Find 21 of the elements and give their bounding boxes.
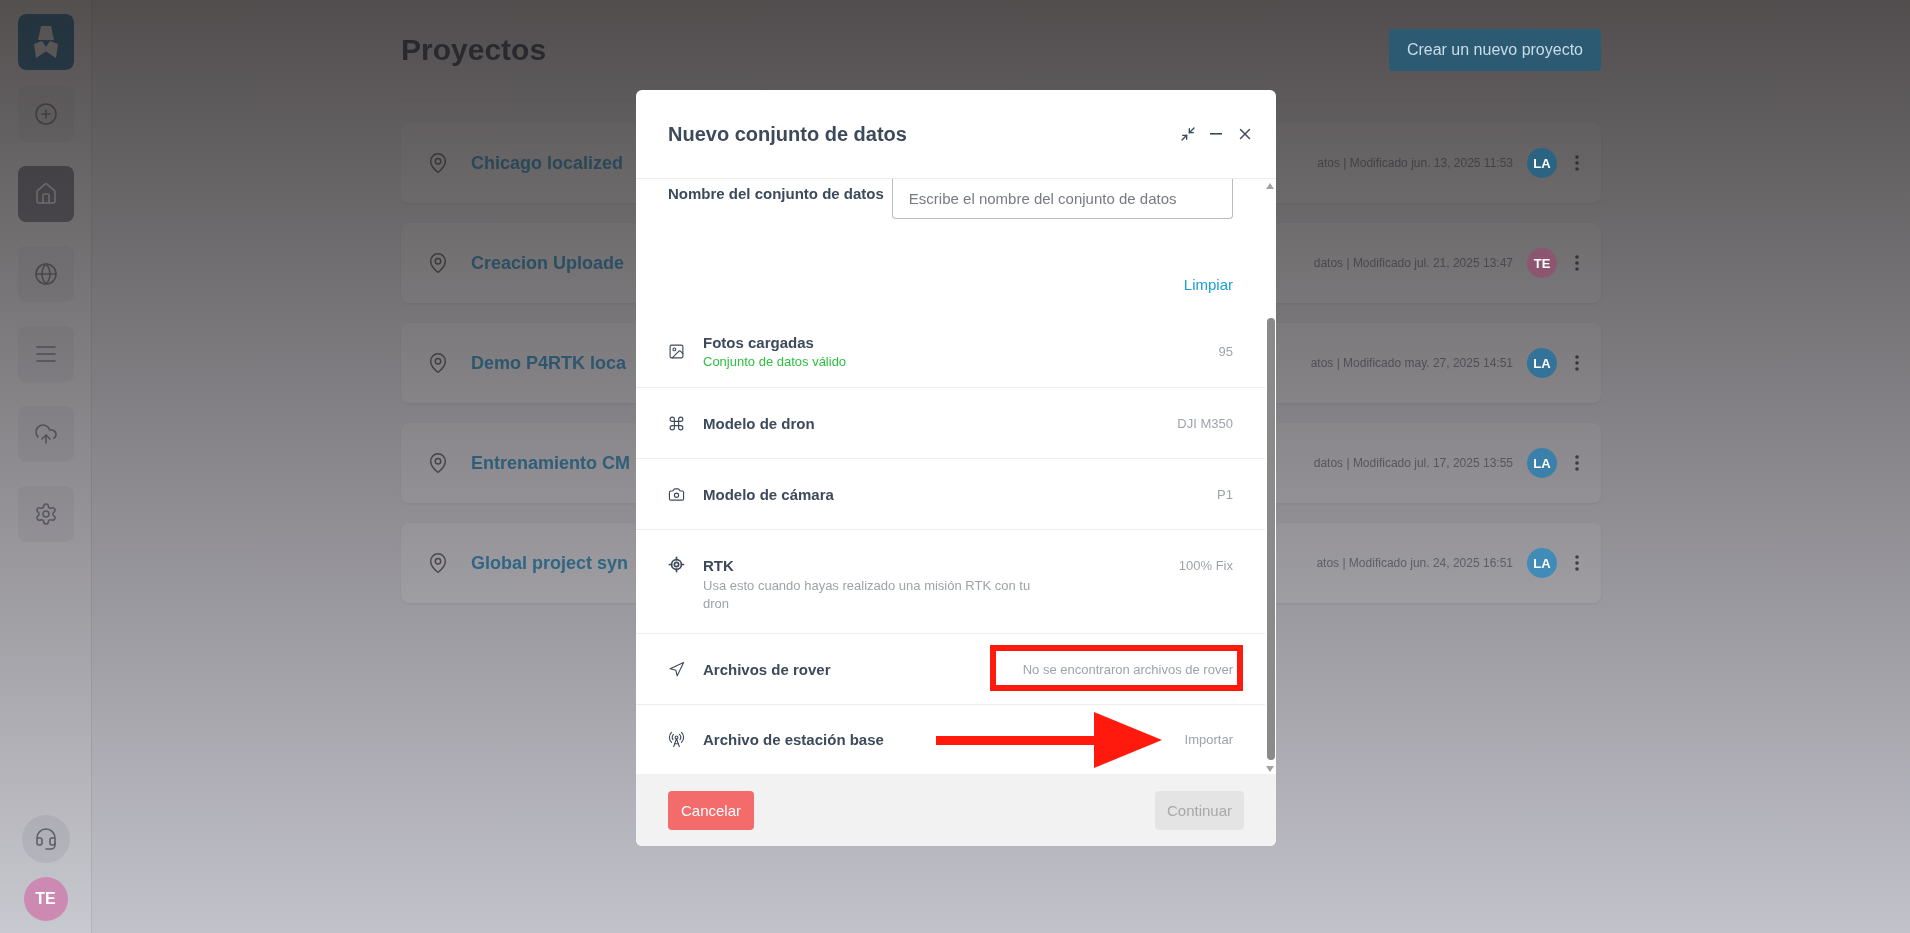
row-value: 95 (1218, 344, 1233, 359)
owner-avatar: LA (1527, 548, 1557, 578)
row-label: Fotos cargadas (703, 334, 815, 351)
row-value: No se encontraron archivos de rover (1022, 661, 1233, 677)
owner-avatar: LA (1527, 448, 1557, 478)
row-description: Usa esto cuando hayas realizado una misión RTK con tu dron (703, 577, 1032, 613)
row-value: 100% Fix (1178, 558, 1233, 573)
row-label: RTK (703, 557, 735, 574)
owner-avatar: LA (1527, 148, 1557, 178)
project-meta: atos | Modificado jun. 24, 2025 16:51 (1316, 556, 1513, 570)
row-label: Archivos de rover (703, 660, 832, 678)
field-label: Nombre del conjunto de datos (668, 184, 884, 202)
dialog-title: Nuevo conjunto de datos (668, 122, 908, 146)
owner-avatar: LA (1527, 348, 1557, 378)
row-value: DJI M350 (1177, 415, 1233, 431)
status-text: Conjunto de datos válido (703, 354, 848, 369)
row-label: Modelo de dron (703, 414, 816, 432)
row-label: Archivo de estación base (703, 731, 885, 748)
row-label: Modelo de cámara (703, 485, 835, 503)
owner-avatar: TE (1527, 248, 1557, 278)
row-value: P1 (1217, 486, 1233, 502)
